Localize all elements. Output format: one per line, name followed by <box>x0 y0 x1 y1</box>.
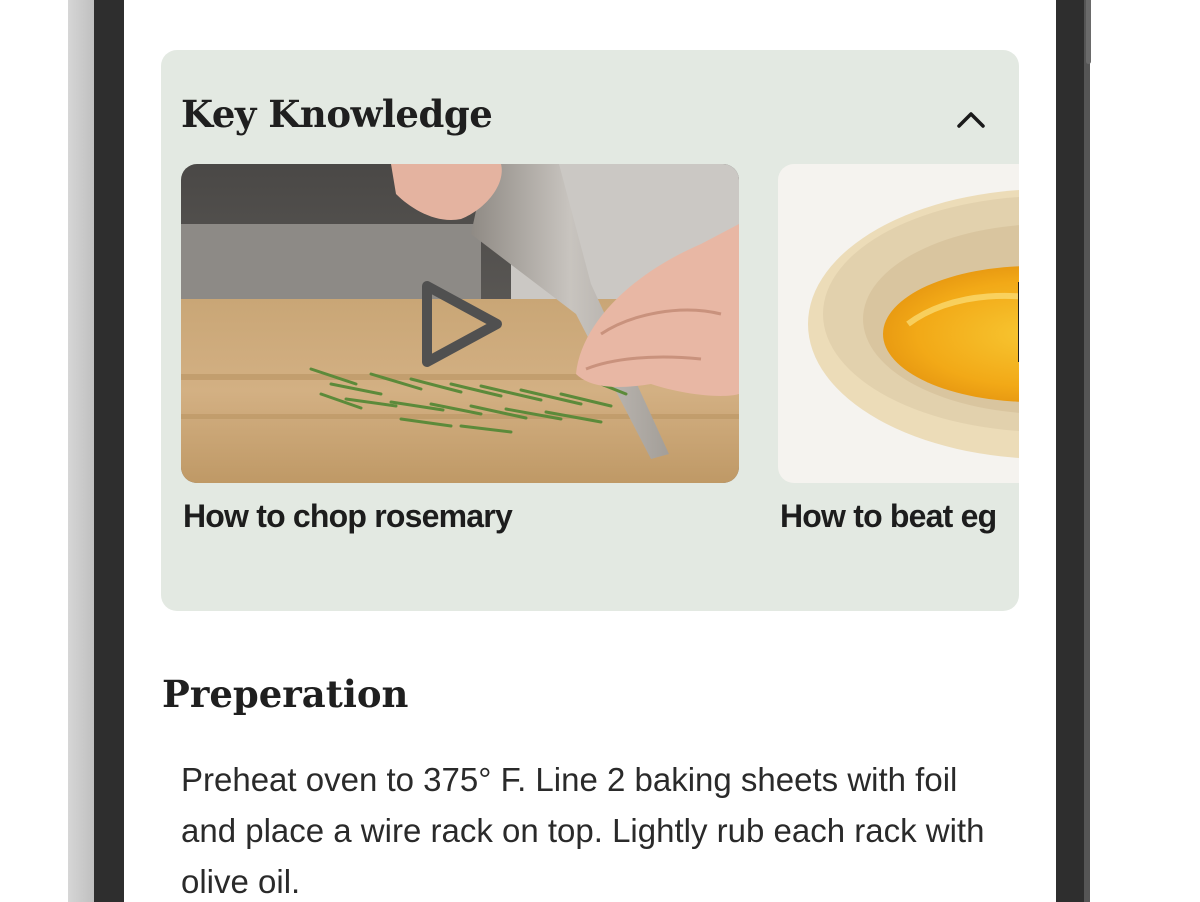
phone-frame-edge <box>1084 0 1090 902</box>
key-knowledge-section: Key Knowledge How to chop rosemary How t… <box>161 50 1019 611</box>
phone-frame-right <box>1056 0 1086 902</box>
video-thumbnail-eggs[interactable] <box>778 164 1019 483</box>
key-knowledge-title: Key Knowledge <box>181 92 493 136</box>
video-card-beat-eggs[interactable]: How to beat eg <box>778 164 1019 534</box>
phone-screen: Key Knowledge How to chop rosemary How t… <box>124 0 1056 902</box>
video-label[interactable]: How to beat eg <box>780 498 997 535</box>
phone-frame-left <box>94 0 124 902</box>
preparation-step-text: Preheat oven to 375° F. Line 2 baking sh… <box>181 761 985 900</box>
video-thumbnail-rosemary[interactable] <box>181 164 739 483</box>
video-card-chop-rosemary[interactable]: How to chop rosemary <box>181 164 741 534</box>
video-label[interactable]: How to chop rosemary <box>183 498 513 535</box>
play-icon[interactable] <box>417 276 507 372</box>
phone-side-button <box>1086 0 1091 64</box>
chevron-up-icon[interactable] <box>951 100 991 140</box>
preparation-title: Preperation <box>162 672 409 716</box>
